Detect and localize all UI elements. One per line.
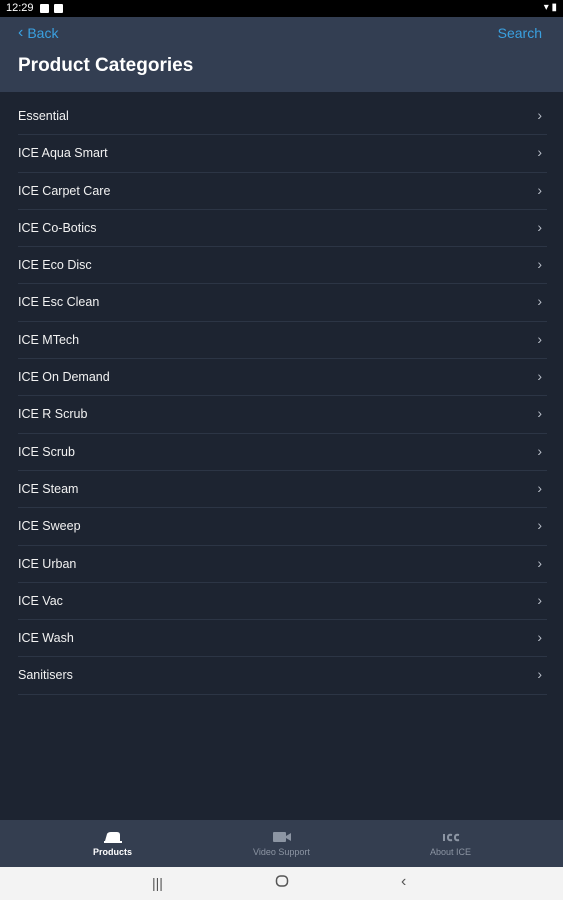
back-button[interactable]: ‹ Back xyxy=(18,24,59,42)
category-list-item[interactable]: ICE Sweep › xyxy=(18,508,547,546)
category-list-item[interactable]: ICE Urban › xyxy=(18,546,547,583)
chevron-right-icon: › xyxy=(537,405,542,422)
category-list-item[interactable]: ICE Eco Disc › xyxy=(18,247,547,285)
category-label: ICE R Scrub xyxy=(18,407,88,422)
category-label: Sanitisers xyxy=(18,668,73,683)
category-label: ICE Carpet Care xyxy=(18,183,111,198)
category-list-item[interactable]: ICE Co-Botics › xyxy=(18,210,547,248)
tab-label: Products xyxy=(92,847,132,857)
chevron-right-icon: › xyxy=(537,517,542,534)
chevron-right-icon: › xyxy=(537,293,542,310)
category-list-item[interactable]: ICE Steam › xyxy=(18,471,547,509)
category-list-item[interactable]: ICE R Scrub › xyxy=(18,396,547,434)
system-nav-bar: ||| ‹ xyxy=(0,867,563,900)
search-button[interactable]: Search xyxy=(498,25,542,41)
category-label: ICE Scrub xyxy=(18,444,75,459)
chevron-right-icon: › xyxy=(537,591,542,608)
category-list-item[interactable]: ICE Vac › xyxy=(18,583,547,621)
tab-label: About ICE xyxy=(429,847,472,857)
chevron-right-icon: › xyxy=(537,629,542,646)
tab-video-support[interactable]: Video Support xyxy=(188,820,375,867)
status-icons: ▾ ▮ xyxy=(543,2,557,13)
category-label: ICE On Demand xyxy=(18,370,110,385)
category-list-item[interactable]: Essential › xyxy=(18,98,547,136)
page-title: Product Categories xyxy=(18,55,194,76)
header: ‹ Back Search Product Categories xyxy=(0,17,563,92)
tab-label: Video Support xyxy=(253,847,310,857)
tab-bar: Products Video Support About ICE xyxy=(0,820,563,867)
category-label: ICE Vac xyxy=(18,593,63,608)
chevron-right-icon: › xyxy=(537,442,542,459)
products-icon xyxy=(103,832,122,843)
category-label: ICE MTech xyxy=(18,332,80,347)
category-label: Essential xyxy=(18,109,69,123)
category-list-item[interactable]: ICE Scrub › xyxy=(18,434,547,471)
ice-logo-icon xyxy=(442,833,459,842)
chevron-right-icon: › xyxy=(537,666,542,683)
chevron-right-icon: › xyxy=(537,368,542,385)
category-list-item[interactable]: ICE Esc Clean › xyxy=(18,284,547,322)
category-label: ICE Aqua Smart xyxy=(18,146,108,161)
chevron-left-icon: ‹ xyxy=(18,24,24,41)
chevron-right-icon: › xyxy=(537,256,542,273)
chevron-right-icon: › xyxy=(537,107,542,123)
home-icon[interactable] xyxy=(275,874,289,891)
category-list-item[interactable]: ICE Wash › xyxy=(18,620,547,658)
category-label: ICE Sweep xyxy=(18,519,81,534)
chevron-right-icon: › xyxy=(537,218,542,235)
chevron-right-icon: › xyxy=(537,144,542,161)
video-icon xyxy=(272,832,291,842)
status-time: 12:29 xyxy=(6,2,34,14)
category-list: Essential › ICE Aqua Smart › ICE Carpet Care… xyxy=(0,98,563,695)
tab-products[interactable]: Products xyxy=(19,820,206,867)
category-label: ICE Eco Disc xyxy=(18,258,92,273)
category-label: ICE Co-Botics xyxy=(18,220,97,235)
chevron-right-icon: › xyxy=(537,330,542,347)
chevron-right-icon: › xyxy=(537,181,542,198)
category-label: ICE Wash xyxy=(18,631,74,646)
notification-icon xyxy=(40,4,49,13)
category-list-item[interactable]: ICE On Demand › xyxy=(18,359,547,397)
status-bar: 12:29 ▾ ▮ xyxy=(0,0,563,17)
back-icon[interactable]: ‹ xyxy=(401,873,406,891)
category-list-item[interactable]: ICE MTech › xyxy=(18,322,547,360)
recents-icon[interactable]: ||| xyxy=(152,875,163,891)
chevron-right-icon: › xyxy=(537,554,542,571)
category-label: ICE Urban xyxy=(18,556,77,571)
back-label: Back xyxy=(27,25,59,41)
chevron-right-icon: › xyxy=(537,479,542,496)
category-list-item[interactable]: ICE Carpet Care › xyxy=(18,173,547,210)
category-label: ICE Esc Clean xyxy=(18,295,100,310)
category-list-item[interactable]: Sanitisers › xyxy=(18,657,547,695)
tab-about-ice[interactable]: About ICE xyxy=(357,820,544,867)
notification-icon xyxy=(54,4,63,13)
category-list-item[interactable]: ICE Aqua Smart › xyxy=(18,135,547,173)
category-label: ICE Steam xyxy=(18,481,79,496)
